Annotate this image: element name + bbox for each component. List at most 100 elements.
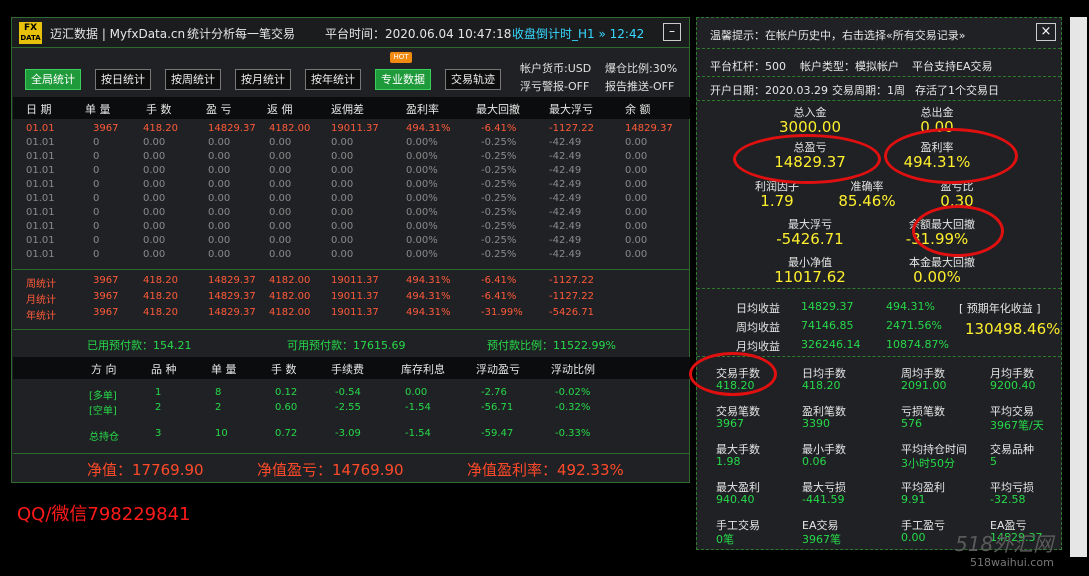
close-button[interactable]: × (1036, 23, 1056, 41)
table-cell: -0.25% (481, 235, 517, 246)
scrollbar[interactable] (1070, 17, 1087, 557)
position-cell: 10 (215, 428, 228, 439)
minimize-button[interactable]: – (663, 23, 681, 41)
loss-alert-toggle[interactable]: 浮亏警报-OFF (520, 78, 589, 94)
table-cell: 0.00 (269, 235, 292, 246)
fx-data-logo: FX DATA (19, 22, 42, 44)
report-push-toggle[interactable]: 报告推送-OFF (605, 78, 674, 94)
position-cell: 8 (215, 387, 222, 398)
table-cell: 0.00 (143, 179, 166, 190)
position-cell: [多单] (89, 391, 117, 402)
table-cell: 0.00 (269, 207, 292, 218)
summary-cell: 494.31% (406, 275, 451, 286)
table-cell: -0.25% (481, 249, 517, 260)
table-cell: 0.00 (208, 193, 231, 204)
table-cell: 0.00 (208, 221, 231, 232)
col-symbols: 品 种 (151, 363, 177, 376)
table-cell: -0.25% (481, 165, 517, 176)
table-cell: -42.49 (549, 179, 582, 190)
grid-value: 3967笔/天 (990, 419, 1044, 432)
col-lots: 手 数 (146, 103, 172, 116)
position-cell: -2.55 (335, 402, 361, 413)
table-cell: 0.00 (331, 137, 354, 148)
summary-cell: 14829.37 (208, 275, 256, 286)
equity-profit-rate: 净值盈利率：492.33% (467, 461, 624, 479)
col-max-drawdown: 最大回撤 (476, 103, 520, 116)
table-cell: 0 (93, 165, 100, 176)
summary-cell: -6.41% (481, 291, 517, 302)
table-cell: -0.25% (481, 137, 517, 148)
table-row: 01.01 0 0.00 0.00 0.00 0.00 0.00% -0.25% -42.49 0… (13, 179, 690, 193)
summary-cell: 4182.00 (269, 275, 311, 286)
table-cell: -1127.22 (549, 123, 594, 134)
table-cell: 0.00% (406, 179, 438, 190)
tab-trade-track[interactable]: 交易轨迹 (445, 69, 501, 90)
summary-cell: 年统计 (26, 311, 56, 322)
table-cell: 0.00 (269, 165, 292, 176)
table-cell: 0 (93, 221, 100, 232)
grid-value: 3小时50分 (901, 457, 955, 470)
grid-value: 0.00 (901, 531, 926, 544)
account-type: 帐户类型：模拟帐户 (800, 60, 899, 73)
watermark: 518外汇网 (955, 532, 1054, 556)
table-cell: 01.01 (26, 179, 55, 190)
table-cell: -0.25% (481, 179, 517, 190)
tab-overall[interactable]: 全局统计 (25, 69, 81, 90)
position-cell: 2 (155, 402, 162, 413)
table-cell: 14829.37 (625, 123, 673, 134)
table-cell: 0.00 (625, 179, 648, 190)
table-cell: 0.00 (331, 151, 354, 162)
col-balance: 余 额 (625, 103, 651, 116)
earnings-amount: 326246.14 (801, 338, 861, 351)
position-cell: -0.32% (555, 402, 591, 413)
position-row: [空单] 2 2 0.60 -2.55 -1.54 -56.71 -0.32% (13, 402, 690, 417)
position-cell: 0.00 (405, 387, 428, 398)
tab-daily[interactable]: 按日统计 (95, 69, 151, 90)
earnings-rate: 2471.56% (886, 319, 942, 332)
summary-cell: 3967 (93, 307, 119, 318)
table-cell: 0.00% (406, 137, 438, 148)
grid-value: 5 (990, 455, 997, 468)
table-cell: 0.00 (269, 137, 292, 148)
grid-value: 3390 (802, 417, 830, 430)
grid-value: 0笔 (716, 533, 734, 546)
ea-support: 平台支持EA交易 (912, 60, 993, 73)
table-cell: 0 (93, 151, 100, 162)
summary-row: 年统计 3967 418.20 14829.37 4182.00 19011.37 494.… (13, 307, 690, 322)
position-cell: -0.54 (335, 387, 361, 398)
table-cell: 01.01 (26, 123, 55, 134)
table-cell: 01.01 (26, 151, 55, 162)
margin-call-ratio: 爆仓比例:30% (605, 62, 678, 75)
tab-yearly[interactable]: 按年统计 (305, 69, 361, 90)
annual-value: 130498.46% (965, 320, 1061, 338)
col-commission: 手续费 (331, 363, 364, 376)
countdown: 收盘倒计时_H1 » 12:42 (512, 27, 645, 41)
col-max-float-loss: 最大浮亏 (549, 103, 593, 116)
tab-monthly[interactable]: 按月统计 (235, 69, 291, 90)
table-cell: 0.00 (625, 165, 648, 176)
col-pos-orders: 单 量 (211, 363, 237, 376)
equity: 净值：17769.90 (87, 461, 204, 479)
tab-pro-data[interactable]: 专业数据 (375, 69, 431, 90)
table-cell: 0.00 (625, 207, 648, 218)
table-cell: -42.49 (549, 137, 582, 148)
table-cell: -0.25% (481, 221, 517, 232)
position-cell: 0.60 (275, 402, 298, 413)
circle-trade-lots (689, 352, 777, 396)
col-orders: 单 量 (85, 103, 111, 116)
position-cell: 0.12 (275, 387, 298, 398)
summary-cell: 418.20 (143, 307, 178, 318)
position-cell: -2.76 (481, 387, 507, 398)
table-row: 01.01 0 0.00 0.00 0.00 0.00 0.00% -0.25% -42.49 0… (13, 207, 690, 221)
table-cell: 01.01 (26, 207, 55, 218)
position-row: [多单] 1 8 0.12 -0.54 0.00 -2.76 -0.02% (13, 387, 690, 402)
table-cell: 0.00 (208, 207, 231, 218)
account-currency: 帐户货币:USD (520, 62, 592, 75)
tab-weekly[interactable]: 按周统计 (165, 69, 221, 90)
table-cell: 0.00 (208, 179, 231, 190)
table-cell: -42.49 (549, 151, 582, 162)
app-subtitle: 统计分析每一笔交易 (187, 27, 296, 41)
table-cell: 0 (93, 179, 100, 190)
used-margin: 已用预付款：154.21 (87, 339, 192, 352)
summary-cell: 3967 (93, 275, 119, 286)
